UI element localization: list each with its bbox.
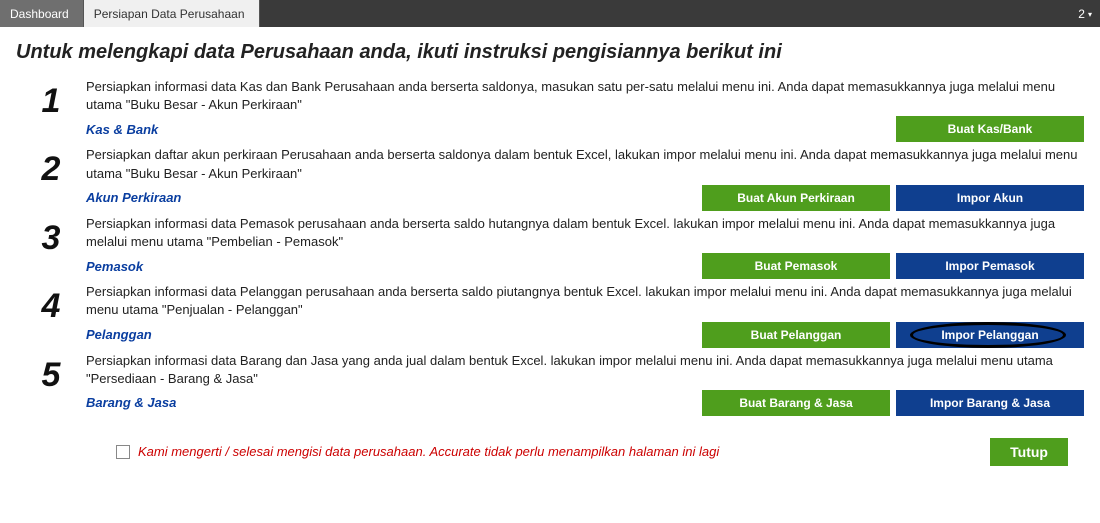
footer-row: Kami mengerti / selesai mengisi data per… xyxy=(16,420,1084,466)
notification-badge[interactable]: 2 ▾ xyxy=(1070,0,1100,27)
step-number: 2 xyxy=(16,146,86,186)
tutup-button[interactable]: Tutup xyxy=(990,438,1068,466)
step-2: 2 Persiapkan daftar akun perkiraan Perus… xyxy=(16,146,1084,210)
confirm-text: Kami mengerti / selesai mengisi data per… xyxy=(138,444,719,459)
step-1: 1 Persiapkan informasi data Kas dan Bank… xyxy=(16,78,1084,142)
step-4: 4 Persiapkan informasi data Pelanggan pe… xyxy=(16,283,1084,347)
step-5: 5 Persiapkan informasi data Barang dan J… xyxy=(16,352,1084,416)
chevron-down-icon: ▾ xyxy=(1088,10,1092,19)
step-description: Persiapkan daftar akun perkiraan Perusah… xyxy=(86,146,1084,182)
step-description: Persiapkan informasi data Pemasok perusa… xyxy=(86,215,1084,251)
link-pemasok[interactable]: Pemasok xyxy=(86,259,143,274)
link-akun-perkiraan[interactable]: Akun Perkiraan xyxy=(86,190,181,205)
notification-count: 2 xyxy=(1078,7,1085,21)
link-pelanggan[interactable]: Pelanggan xyxy=(86,327,152,342)
buat-barang-jasa-button[interactable]: Buat Barang & Jasa xyxy=(702,390,890,416)
link-barang-jasa[interactable]: Barang & Jasa xyxy=(86,395,176,410)
step-number: 4 xyxy=(16,283,86,323)
tab-dashboard[interactable]: Dashboard xyxy=(0,0,84,27)
step-number: 5 xyxy=(16,352,86,392)
step-3: 3 Persiapkan informasi data Pemasok peru… xyxy=(16,215,1084,279)
buat-pelanggan-button[interactable]: Buat Pelanggan xyxy=(702,322,890,348)
tab-persiapan-data[interactable]: Persiapan Data Perusahaan xyxy=(84,0,260,27)
step-description: Persiapkan informasi data Pelanggan peru… xyxy=(86,283,1084,319)
impor-pelanggan-button[interactable]: Impor Pelanggan xyxy=(896,322,1084,348)
buat-pemasok-button[interactable]: Buat Pemasok xyxy=(702,253,890,279)
step-number: 1 xyxy=(16,78,86,118)
step-number: 3 xyxy=(16,215,86,255)
impor-barang-jasa-button[interactable]: Impor Barang & Jasa xyxy=(896,390,1084,416)
impor-pemasok-button[interactable]: Impor Pemasok xyxy=(896,253,1084,279)
step-description: Persiapkan informasi data Barang dan Jas… xyxy=(86,352,1084,388)
link-kas-bank[interactable]: Kas & Bank xyxy=(86,122,158,137)
buat-kas-bank-button[interactable]: Buat Kas/Bank xyxy=(896,116,1084,142)
step-description: Persiapkan informasi data Kas dan Bank P… xyxy=(86,78,1084,114)
buat-akun-perkiraan-button[interactable]: Buat Akun Perkiraan xyxy=(702,185,890,211)
impor-akun-button[interactable]: Impor Akun xyxy=(896,185,1084,211)
confirm-checkbox[interactable] xyxy=(116,445,130,459)
top-tab-bar: Dashboard Persiapan Data Perusahaan 2 ▾ xyxy=(0,0,1100,27)
page-title: Untuk melengkapi data Perusahaan anda, i… xyxy=(16,41,1084,64)
